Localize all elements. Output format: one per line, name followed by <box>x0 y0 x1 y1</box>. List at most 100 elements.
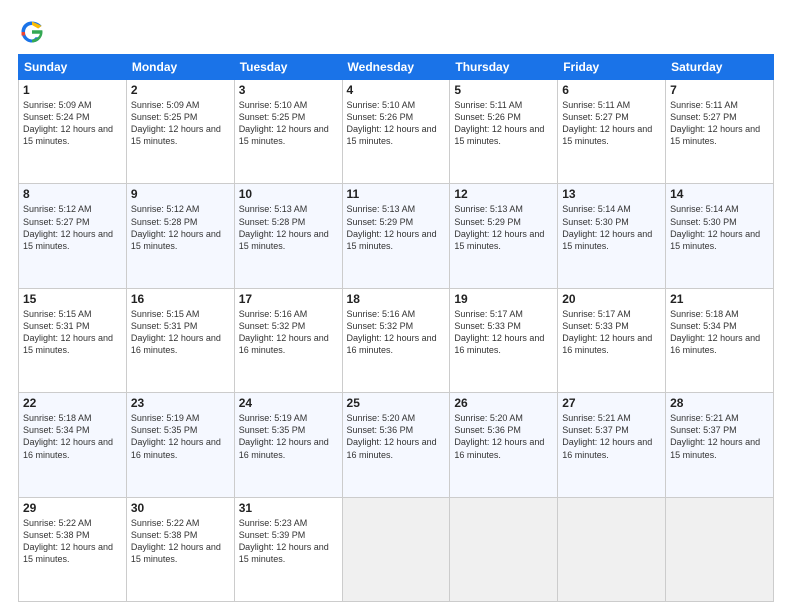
day-detail: Sunrise: 5:17 AMSunset: 5:33 PMDaylight:… <box>454 309 544 355</box>
day-number: 2 <box>131 83 230 97</box>
day-detail: Sunrise: 5:15 AMSunset: 5:31 PMDaylight:… <box>131 309 221 355</box>
calendar-cell: 26 Sunrise: 5:20 AMSunset: 5:36 PMDaylig… <box>450 393 558 497</box>
day-detail: Sunrise: 5:21 AMSunset: 5:37 PMDaylight:… <box>562 413 652 459</box>
day-number: 4 <box>347 83 446 97</box>
day-detail: Sunrise: 5:10 AMSunset: 5:25 PMDaylight:… <box>239 100 329 146</box>
day-detail: Sunrise: 5:19 AMSunset: 5:35 PMDaylight:… <box>239 413 329 459</box>
day-number: 18 <box>347 292 446 306</box>
day-detail: Sunrise: 5:15 AMSunset: 5:31 PMDaylight:… <box>23 309 113 355</box>
day-number: 26 <box>454 396 553 410</box>
calendar-cell: 24 Sunrise: 5:19 AMSunset: 5:35 PMDaylig… <box>234 393 342 497</box>
day-number: 27 <box>562 396 661 410</box>
day-detail: Sunrise: 5:11 AMSunset: 5:27 PMDaylight:… <box>562 100 652 146</box>
logo <box>18 18 50 46</box>
page: SundayMondayTuesdayWednesdayThursdayFrid… <box>0 0 792 612</box>
day-number: 23 <box>131 396 230 410</box>
logo-icon <box>18 18 46 46</box>
calendar-cell: 27 Sunrise: 5:21 AMSunset: 5:37 PMDaylig… <box>558 393 666 497</box>
day-number: 16 <box>131 292 230 306</box>
day-number: 8 <box>23 187 122 201</box>
calendar-cell: 19 Sunrise: 5:17 AMSunset: 5:33 PMDaylig… <box>450 288 558 392</box>
weekday-header: Monday <box>126 55 234 80</box>
empty-cell <box>558 497 666 601</box>
calendar-cell: 17 Sunrise: 5:16 AMSunset: 5:32 PMDaylig… <box>234 288 342 392</box>
day-detail: Sunrise: 5:17 AMSunset: 5:33 PMDaylight:… <box>562 309 652 355</box>
day-number: 25 <box>347 396 446 410</box>
day-number: 5 <box>454 83 553 97</box>
day-number: 28 <box>670 396 769 410</box>
weekday-header: Friday <box>558 55 666 80</box>
day-number: 11 <box>347 187 446 201</box>
day-number: 31 <box>239 501 338 515</box>
day-detail: Sunrise: 5:21 AMSunset: 5:37 PMDaylight:… <box>670 413 760 459</box>
calendar-cell: 31 Sunrise: 5:23 AMSunset: 5:39 PMDaylig… <box>234 497 342 601</box>
day-number: 14 <box>670 187 769 201</box>
header <box>18 18 774 46</box>
day-number: 12 <box>454 187 553 201</box>
calendar-table: SundayMondayTuesdayWednesdayThursdayFrid… <box>18 54 774 602</box>
day-detail: Sunrise: 5:23 AMSunset: 5:39 PMDaylight:… <box>239 518 329 564</box>
day-detail: Sunrise: 5:20 AMSunset: 5:36 PMDaylight:… <box>454 413 544 459</box>
day-detail: Sunrise: 5:18 AMSunset: 5:34 PMDaylight:… <box>23 413 113 459</box>
calendar-cell: 18 Sunrise: 5:16 AMSunset: 5:32 PMDaylig… <box>342 288 450 392</box>
day-number: 19 <box>454 292 553 306</box>
calendar-cell: 7 Sunrise: 5:11 AMSunset: 5:27 PMDayligh… <box>666 80 774 184</box>
day-detail: Sunrise: 5:11 AMSunset: 5:26 PMDaylight:… <box>454 100 544 146</box>
day-detail: Sunrise: 5:20 AMSunset: 5:36 PMDaylight:… <box>347 413 437 459</box>
weekday-header: Tuesday <box>234 55 342 80</box>
day-detail: Sunrise: 5:18 AMSunset: 5:34 PMDaylight:… <box>670 309 760 355</box>
calendar-cell: 10 Sunrise: 5:13 AMSunset: 5:28 PMDaylig… <box>234 184 342 288</box>
day-detail: Sunrise: 5:12 AMSunset: 5:27 PMDaylight:… <box>23 204 113 250</box>
calendar-cell: 22 Sunrise: 5:18 AMSunset: 5:34 PMDaylig… <box>19 393 127 497</box>
calendar-cell: 15 Sunrise: 5:15 AMSunset: 5:31 PMDaylig… <box>19 288 127 392</box>
day-detail: Sunrise: 5:19 AMSunset: 5:35 PMDaylight:… <box>131 413 221 459</box>
day-detail: Sunrise: 5:22 AMSunset: 5:38 PMDaylight:… <box>23 518 113 564</box>
day-number: 20 <box>562 292 661 306</box>
calendar-cell: 28 Sunrise: 5:21 AMSunset: 5:37 PMDaylig… <box>666 393 774 497</box>
day-detail: Sunrise: 5:09 AMSunset: 5:25 PMDaylight:… <box>131 100 221 146</box>
day-detail: Sunrise: 5:12 AMSunset: 5:28 PMDaylight:… <box>131 204 221 250</box>
day-detail: Sunrise: 5:13 AMSunset: 5:28 PMDaylight:… <box>239 204 329 250</box>
calendar-cell: 2 Sunrise: 5:09 AMSunset: 5:25 PMDayligh… <box>126 80 234 184</box>
calendar-cell: 1 Sunrise: 5:09 AMSunset: 5:24 PMDayligh… <box>19 80 127 184</box>
day-detail: Sunrise: 5:22 AMSunset: 5:38 PMDaylight:… <box>131 518 221 564</box>
weekday-header: Wednesday <box>342 55 450 80</box>
calendar-cell: 30 Sunrise: 5:22 AMSunset: 5:38 PMDaylig… <box>126 497 234 601</box>
day-detail: Sunrise: 5:16 AMSunset: 5:32 PMDaylight:… <box>239 309 329 355</box>
calendar-cell: 5 Sunrise: 5:11 AMSunset: 5:26 PMDayligh… <box>450 80 558 184</box>
empty-cell <box>666 497 774 601</box>
day-number: 29 <box>23 501 122 515</box>
calendar-cell: 6 Sunrise: 5:11 AMSunset: 5:27 PMDayligh… <box>558 80 666 184</box>
calendar-cell: 4 Sunrise: 5:10 AMSunset: 5:26 PMDayligh… <box>342 80 450 184</box>
calendar-cell: 29 Sunrise: 5:22 AMSunset: 5:38 PMDaylig… <box>19 497 127 601</box>
calendar-cell: 8 Sunrise: 5:12 AMSunset: 5:27 PMDayligh… <box>19 184 127 288</box>
day-number: 1 <box>23 83 122 97</box>
calendar-cell: 21 Sunrise: 5:18 AMSunset: 5:34 PMDaylig… <box>666 288 774 392</box>
calendar-cell: 11 Sunrise: 5:13 AMSunset: 5:29 PMDaylig… <box>342 184 450 288</box>
calendar-cell: 23 Sunrise: 5:19 AMSunset: 5:35 PMDaylig… <box>126 393 234 497</box>
day-detail: Sunrise: 5:13 AMSunset: 5:29 PMDaylight:… <box>454 204 544 250</box>
day-detail: Sunrise: 5:09 AMSunset: 5:24 PMDaylight:… <box>23 100 113 146</box>
empty-cell <box>450 497 558 601</box>
day-detail: Sunrise: 5:14 AMSunset: 5:30 PMDaylight:… <box>562 204 652 250</box>
day-number: 15 <box>23 292 122 306</box>
day-detail: Sunrise: 5:16 AMSunset: 5:32 PMDaylight:… <box>347 309 437 355</box>
day-number: 7 <box>670 83 769 97</box>
calendar-cell: 14 Sunrise: 5:14 AMSunset: 5:30 PMDaylig… <box>666 184 774 288</box>
day-number: 3 <box>239 83 338 97</box>
day-number: 24 <box>239 396 338 410</box>
day-number: 30 <box>131 501 230 515</box>
day-detail: Sunrise: 5:10 AMSunset: 5:26 PMDaylight:… <box>347 100 437 146</box>
calendar-cell: 12 Sunrise: 5:13 AMSunset: 5:29 PMDaylig… <box>450 184 558 288</box>
calendar-cell: 13 Sunrise: 5:14 AMSunset: 5:30 PMDaylig… <box>558 184 666 288</box>
day-number: 21 <box>670 292 769 306</box>
calendar-cell: 9 Sunrise: 5:12 AMSunset: 5:28 PMDayligh… <box>126 184 234 288</box>
weekday-header: Thursday <box>450 55 558 80</box>
empty-cell <box>342 497 450 601</box>
day-number: 13 <box>562 187 661 201</box>
weekday-header: Saturday <box>666 55 774 80</box>
day-detail: Sunrise: 5:13 AMSunset: 5:29 PMDaylight:… <box>347 204 437 250</box>
day-number: 17 <box>239 292 338 306</box>
day-number: 6 <box>562 83 661 97</box>
calendar-cell: 3 Sunrise: 5:10 AMSunset: 5:25 PMDayligh… <box>234 80 342 184</box>
